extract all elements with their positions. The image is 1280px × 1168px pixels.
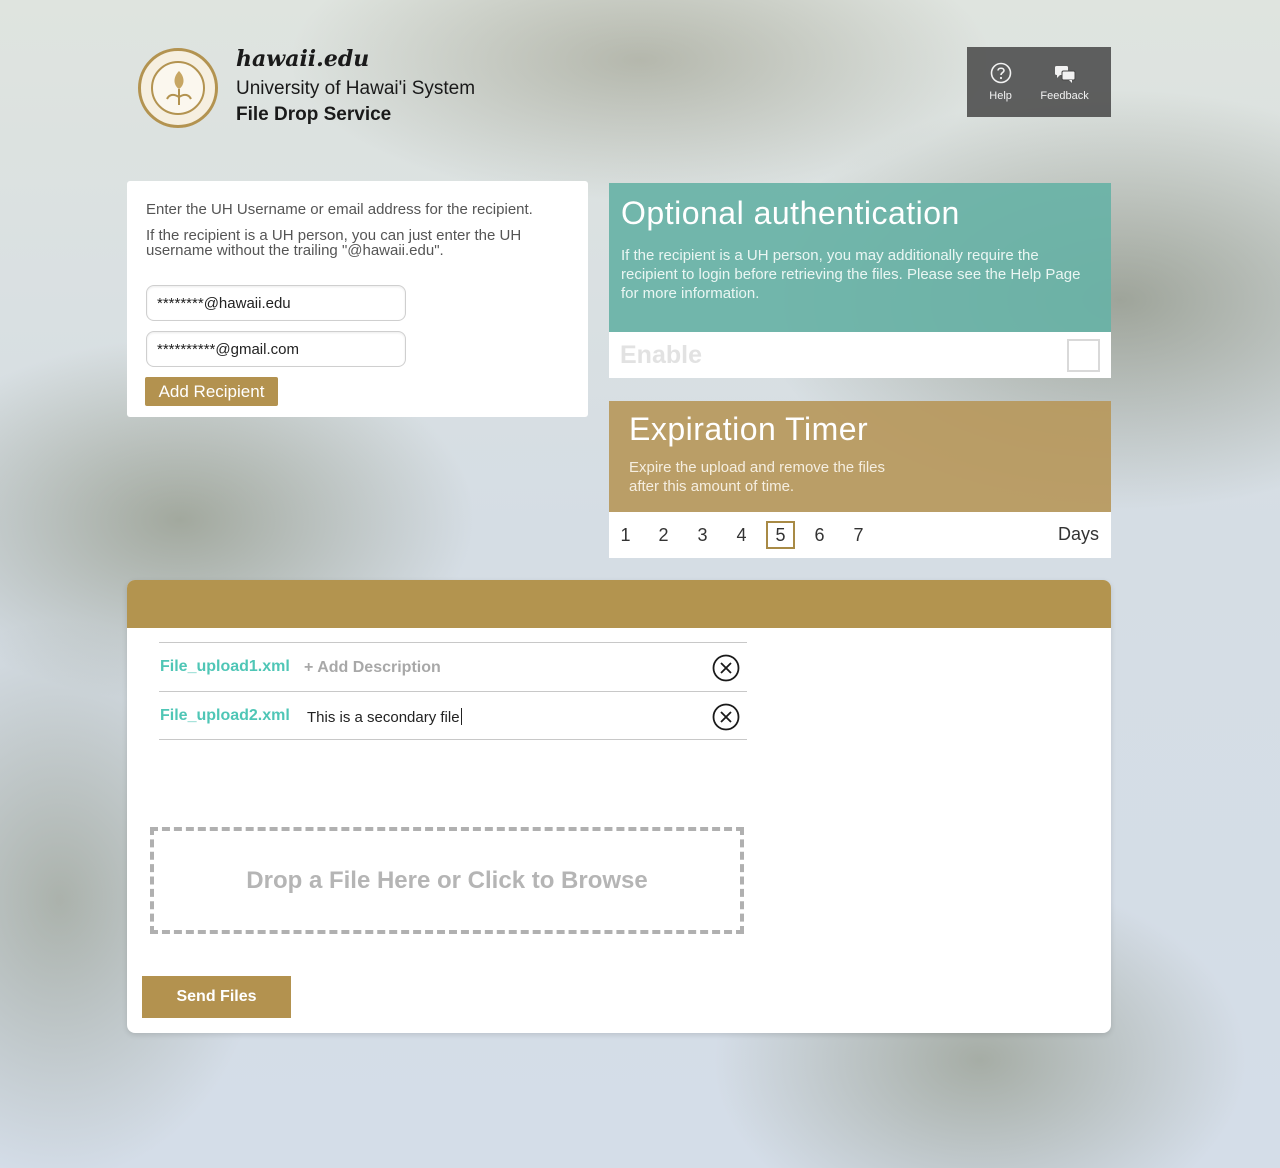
file-description-text: This is a secondary file: [307, 709, 460, 726]
day-option-7[interactable]: 7: [844, 521, 873, 549]
day-option-2[interactable]: 2: [649, 521, 678, 549]
auth-enable-label: Enable: [620, 340, 702, 369]
file-dropzone[interactable]: Drop a File Here or Click to Browse: [150, 827, 744, 934]
day-option-5[interactable]: 5: [766, 521, 795, 549]
expiration-description: Expire the upload and remove the files a…: [629, 459, 885, 495]
auth-enable-checkbox[interactable]: [1067, 338, 1100, 372]
system-name: University of Hawai'i System: [236, 78, 476, 99]
recipient-field-1[interactable]: [146, 285, 406, 321]
day-option-3[interactable]: 3: [688, 521, 717, 549]
auth-panel-header: Optional authentication If the recipient…: [609, 183, 1111, 332]
brand-wordmark: hawaii.edu: [236, 46, 370, 72]
files-panel: File_upload1.xml + Add Description File_…: [127, 580, 1111, 1033]
expiration-title: Expiration Timer: [629, 411, 869, 447]
uh-seal-logo: [138, 48, 218, 128]
recipient-instruction: Enter the UH Username or email address f…: [146, 201, 533, 218]
day-option-4[interactable]: 4: [727, 521, 756, 549]
service-name: File Drop Service: [236, 104, 392, 125]
text-cursor: [460, 708, 462, 725]
chat-bubbles-icon: [1054, 66, 1076, 83]
feedback-label: Feedback: [1040, 90, 1089, 102]
recipient-panel: Enter the UH Username or email address f…: [127, 181, 588, 417]
files-panel-header: [127, 580, 1111, 628]
recipient-hint: If the recipient is a UH person, you can…: [146, 227, 522, 259]
file-description-field[interactable]: This is a secondary file: [307, 708, 462, 726]
day-option-6[interactable]: 6: [805, 521, 834, 549]
file-name[interactable]: File_upload1.xml: [160, 658, 290, 676]
remove-file-icon[interactable]: [712, 703, 740, 731]
help-label: Help: [989, 90, 1012, 102]
file-name[interactable]: File_upload2.xml: [160, 707, 290, 725]
help-button[interactable]: Help: [989, 62, 1012, 102]
add-recipient-button[interactable]: Add Recipient: [145, 377, 278, 406]
file-row: File_upload2.xml This is a secondary fil…: [159, 691, 747, 740]
help-icon: [990, 62, 1011, 84]
auth-description: If the recipient is a UH person, you may…: [621, 247, 1081, 302]
auth-title: Optional authentication: [621, 195, 960, 231]
expiration-panel-header: Expiration Timer Expire the upload and r…: [609, 401, 1111, 512]
add-description-link[interactable]: + Add Description: [304, 659, 441, 677]
day-option-1[interactable]: 1: [611, 521, 640, 549]
auth-enable-row: Enable: [609, 332, 1111, 378]
expiration-day-selector: 1 2 3 4 5 6 7 Days: [609, 512, 1111, 558]
header-toolbox: Help Feedback: [967, 47, 1111, 117]
recipient-field-2[interactable]: [146, 331, 406, 367]
file-row: File_upload1.xml + Add Description: [159, 642, 747, 691]
remove-file-icon[interactable]: [712, 654, 740, 682]
days-unit-label: Days: [1057, 524, 1099, 544]
send-files-button[interactable]: Send Files: [142, 976, 291, 1018]
feedback-button[interactable]: Feedback: [1040, 62, 1089, 102]
